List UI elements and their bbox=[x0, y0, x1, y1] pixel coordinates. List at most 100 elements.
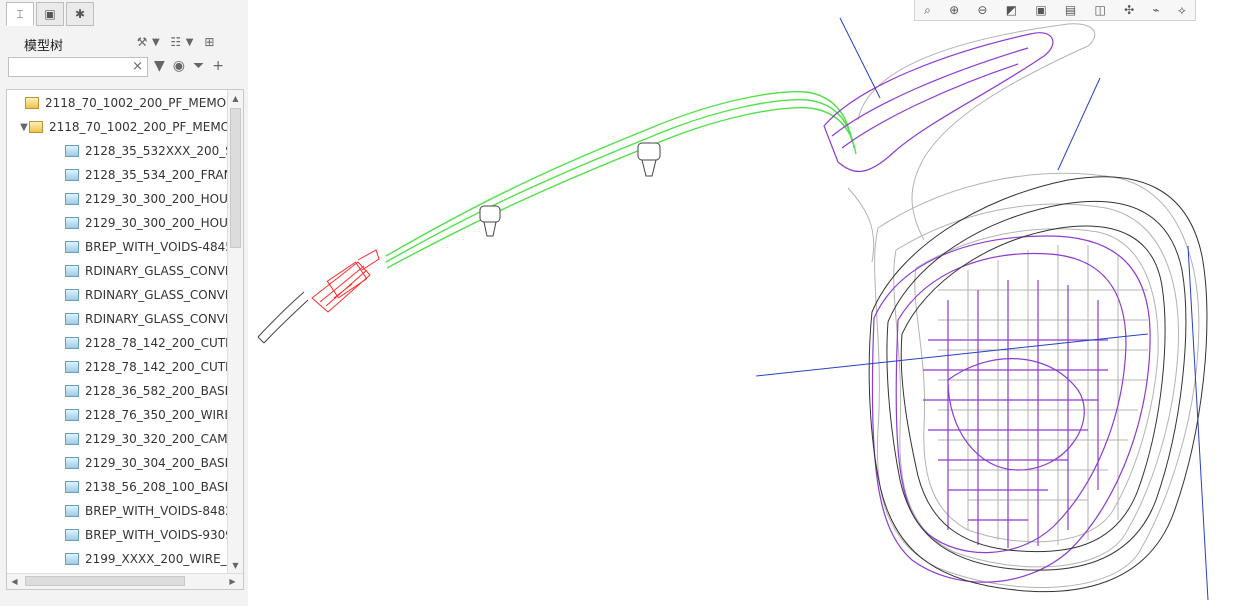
tree-item[interactable]: 2128_76_350_200_WIRE_G bbox=[55, 403, 244, 427]
tree-item[interactable]: RDINARY_GLASS_CONVEX bbox=[55, 259, 241, 283]
vertical-scrollbar[interactable]: ▲ ▼ bbox=[227, 90, 243, 574]
tree-item[interactable]: 2128_35_532XXX_200_SKU bbox=[55, 139, 244, 163]
tree-item-label: 2129_30_304_200_BASE_UI bbox=[85, 456, 244, 470]
tree-item-label: RDINARY_GLASS_CONVEX bbox=[85, 264, 241, 278]
tree-item[interactable]: BREP_WITH_VOIDS-48450 bbox=[55, 235, 241, 259]
model-tree: 2118_70_1002_200_PF_MEMORY_ ▼ 2118_70_1002… bbox=[6, 89, 244, 590]
hammer-icon: ⚒ bbox=[136, 35, 148, 49]
search-input[interactable] bbox=[9, 60, 127, 78]
filter-tree-button[interactable]: ⊞ bbox=[199, 32, 219, 52]
part-icon bbox=[65, 505, 79, 517]
tree-item[interactable]: RDINARY_GLASS_CONVEX bbox=[55, 283, 241, 307]
part-icon bbox=[65, 217, 79, 229]
model-tree-tab[interactable]: ⌶ bbox=[6, 2, 34, 26]
tree-item-label: 2128_35_534_200_FRAME_ bbox=[85, 168, 244, 182]
tree-item-label: BREP_WITH_VOIDS-84825 bbox=[85, 504, 241, 518]
tree-item[interactable]: 2118_70_1002_200_PF_MEMORY_ bbox=[15, 91, 244, 115]
panel-title: 模型树 bbox=[24, 39, 64, 54]
tree-item-label: 2128_78_142_200_CUTLINI bbox=[85, 336, 244, 350]
filter-icon[interactable]: ⏷ bbox=[193, 58, 204, 74]
add-icon[interactable]: + bbox=[212, 58, 224, 74]
part-icon bbox=[65, 265, 79, 277]
vertical-scroll-thumb[interactable] bbox=[230, 108, 241, 248]
search-dropdown-arrow[interactable]: ▼ bbox=[154, 58, 165, 74]
folders-icon: ▣ bbox=[44, 7, 56, 21]
grid-icon: ⊞ bbox=[204, 35, 215, 49]
part-icon bbox=[65, 481, 79, 493]
tree-item[interactable]: 2128_35_534_200_FRAME_ bbox=[55, 163, 244, 187]
tree-item[interactable]: 2128_78_142_200_CUTLINI bbox=[55, 355, 244, 379]
tree-item[interactable]: RDINARY_GLASS_CONVEX bbox=[55, 307, 241, 331]
green-cable bbox=[385, 91, 857, 269]
part-icon bbox=[65, 385, 79, 397]
tree-item-label: 2129_30_320_200_CAMER/ bbox=[85, 432, 244, 446]
axis-lines-blue bbox=[755, 17, 1209, 601]
tree-icon: ⌶ bbox=[16, 6, 24, 21]
tree-item-label: 2118_70_1002_200_PF_MEMORY_ bbox=[45, 96, 244, 110]
tree-item-label: BREP_WITH_VOIDS-48450 bbox=[85, 240, 241, 254]
horizontal-scrollbar[interactable]: ◀ ▶ bbox=[7, 573, 243, 589]
part-icon bbox=[65, 169, 79, 181]
tree-item[interactable]: 2129_30_300_200_HOUSIN bbox=[55, 211, 244, 235]
clear-search-icon[interactable]: × bbox=[132, 59, 143, 74]
part-icon bbox=[65, 289, 79, 301]
tools-dropdown-arrow[interactable]: ▼ bbox=[152, 37, 160, 48]
tree-item-label: BREP_WITH_VOIDS-93091 bbox=[85, 528, 241, 542]
tree-item-label: 2128_36_582_200_BASE_RI bbox=[85, 384, 244, 398]
tree-item-label: 2128_76_350_200_WIRE_G bbox=[85, 408, 244, 422]
tree-item[interactable]: BREP_WITH_VOIDS-93091 bbox=[55, 523, 241, 547]
panel-tabs: ⌶ ▣ ✱ bbox=[2, 0, 246, 28]
columns-button[interactable]: ☷ bbox=[166, 32, 186, 52]
tree-item-label: 2129_30_300_200_HOUSIN bbox=[85, 192, 244, 206]
cable-end bbox=[257, 291, 309, 344]
scroll-up-arrow[interactable]: ▲ bbox=[230, 93, 241, 104]
horizontal-scroll-thumb[interactable] bbox=[25, 576, 185, 586]
list-icon: ☷ bbox=[170, 35, 182, 49]
part-icon bbox=[65, 241, 79, 253]
part-icon bbox=[65, 313, 79, 325]
clip-1 bbox=[479, 205, 501, 237]
tree-item-label: 2128_78_142_200_CUTLINI bbox=[85, 360, 244, 374]
scroll-left-arrow[interactable]: ◀ bbox=[9, 576, 20, 587]
search-field[interactable]: × bbox=[8, 57, 148, 78]
tree-item-label: 2128_35_532XXX_200_SKU bbox=[85, 144, 244, 158]
tools-button[interactable]: ⚒ bbox=[132, 32, 152, 52]
columns-dropdown-arrow[interactable]: ▼ bbox=[186, 37, 194, 48]
tree-item[interactable]: 2128_78_142_200_CUTLINI bbox=[55, 331, 244, 355]
tree-item[interactable]: 2129_30_320_200_CAMER/ bbox=[55, 427, 244, 451]
tree-item-label: 2138_56_208_100_BASE_BI bbox=[85, 480, 244, 494]
tree-item[interactable]: BREP_WITH_VOIDS-84825 bbox=[55, 499, 241, 523]
tree-item-label: RDINARY_GLASS_CONVEX bbox=[85, 288, 241, 302]
tree-item[interactable]: 2199_XXXX_200_WIRE_HA bbox=[55, 547, 244, 571]
tree-item[interactable]: 2128_36_582_200_BASE_RI bbox=[55, 379, 244, 403]
tree-item[interactable]: ▼ 2118_70_1002_200_PF_MEMO bbox=[19, 115, 230, 139]
part-icon bbox=[65, 553, 79, 565]
clip-2 bbox=[637, 142, 661, 177]
scroll-right-arrow[interactable]: ▶ bbox=[227, 576, 238, 587]
assembly-icon bbox=[29, 121, 43, 133]
tree-item[interactable]: 2129_30_300_200_HOUSIN bbox=[55, 187, 244, 211]
part-icon bbox=[65, 361, 79, 373]
settings-tab[interactable]: ✱ bbox=[66, 2, 94, 26]
tree-item-label: 2199_XXXX_200_WIRE_HA bbox=[85, 552, 244, 566]
layers-tab[interactable]: ▣ bbox=[36, 2, 64, 26]
part-icon bbox=[65, 337, 79, 349]
tree-item-label: 2129_30_300_200_HOUSIN bbox=[85, 216, 244, 230]
part-icon bbox=[65, 433, 79, 445]
star-folder-icon: ✱ bbox=[74, 7, 86, 21]
cad-viewport[interactable]: ⌕ ⊕ ⊖ ◩ ▣ ▤ ◫ ✣ ⌁ ⟡ bbox=[248, 0, 1253, 606]
part-icon bbox=[65, 193, 79, 205]
part-icon bbox=[65, 145, 79, 157]
search-tools: ▼ ◉ ⏷ + bbox=[154, 58, 224, 74]
tree-item[interactable]: 2138_56_208_100_BASE_BI bbox=[55, 475, 244, 499]
scroll-down-arrow[interactable]: ▼ bbox=[230, 560, 241, 571]
tree-item-label: 2118_70_1002_200_PF_MEMO bbox=[49, 120, 231, 134]
connector-red bbox=[311, 249, 380, 313]
part-icon bbox=[65, 457, 79, 469]
part-icon bbox=[65, 529, 79, 541]
tree-item[interactable]: 2129_30_304_200_BASE_UI bbox=[55, 451, 244, 475]
mirror-housing-gray bbox=[847, 23, 1200, 588]
expand-arrow-icon[interactable]: ▼ bbox=[19, 122, 29, 133]
binoculars-icon[interactable]: ◉ bbox=[173, 58, 185, 74]
tree-item-label: RDINARY_GLASS_CONVEX bbox=[85, 312, 241, 326]
